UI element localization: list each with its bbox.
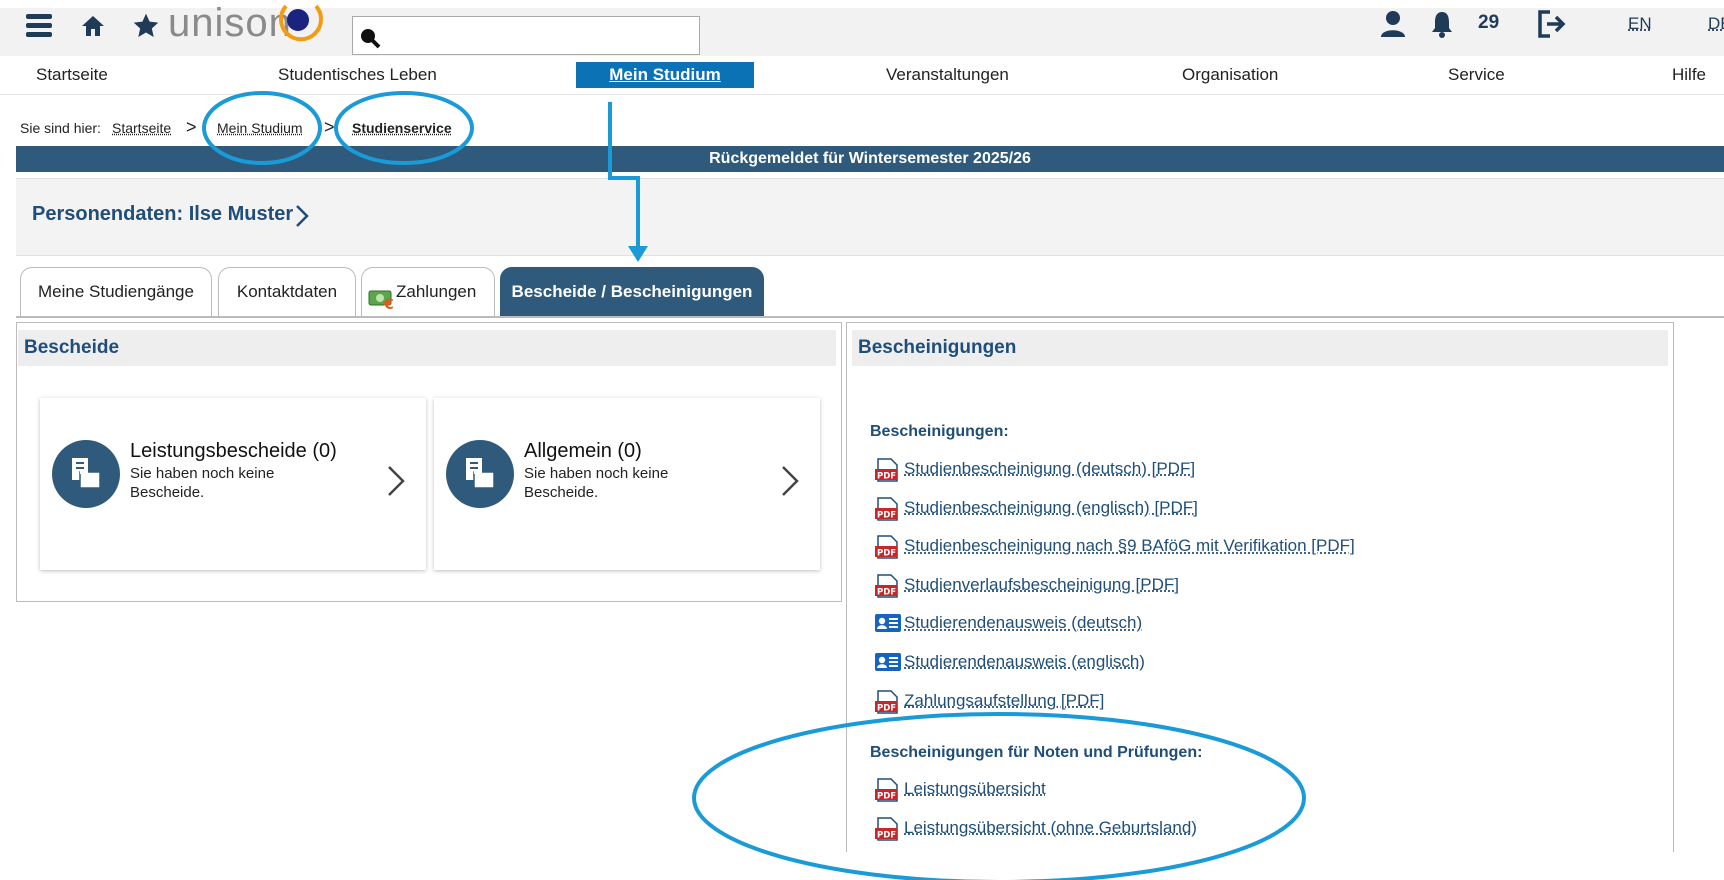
certificate-link[interactable]: Studienverlaufsbescheinigung [PDF] bbox=[904, 572, 1179, 598]
chevron-right-icon[interactable] bbox=[294, 203, 310, 229]
certificate-link[interactable]: Studierendenausweis (englisch) bbox=[904, 649, 1145, 675]
card-title: Leistungsbescheide (0) bbox=[130, 440, 337, 462]
breadcrumb: Sie sind hier: bbox=[20, 120, 101, 136]
logo-text: unison bbox=[168, 1, 292, 45]
language-en-link[interactable]: EN bbox=[1628, 14, 1652, 34]
search-field[interactable] bbox=[352, 16, 700, 55]
breadcrumb-separator-icon: > bbox=[324, 117, 335, 137]
nav-item-veranstaltungen[interactable]: Veranstaltungen bbox=[886, 62, 1009, 88]
section-label-bescheinigungen: Bescheinigungen: bbox=[870, 423, 1009, 440]
certificate-link[interactable]: Studienbescheinigung nach §9 BAföG mit V… bbox=[904, 533, 1355, 559]
breadcrumb-startseite-label[interactable]: Startseite bbox=[112, 120, 171, 136]
nav-item-organisation[interactable]: Organisation bbox=[1182, 62, 1278, 88]
unison-logo[interactable]: unison bbox=[168, 0, 292, 48]
documents-icon bbox=[52, 440, 120, 508]
tab-divider bbox=[16, 316, 1724, 318]
chevron-right-icon[interactable] bbox=[386, 464, 406, 503]
certificate-link[interactable]: Leistungsübersicht (ohne Geburtsland) bbox=[904, 815, 1197, 841]
svg-text:PDF: PDF bbox=[877, 472, 896, 482]
bescheinigungen-heading: Bescheinigungen bbox=[852, 330, 1668, 366]
svg-text:€: € bbox=[383, 297, 394, 310]
nav-item-mein-studium[interactable]: Mein Studium bbox=[576, 62, 754, 88]
favorites-star-icon[interactable] bbox=[132, 12, 160, 40]
card-title: Allgemein (0) bbox=[524, 440, 642, 462]
pdf-icon[interactable]: PDF bbox=[874, 496, 900, 521]
tab-label: Meine Studiengänge bbox=[38, 282, 194, 301]
breadcrumb-startseite[interactable]: Startseite bbox=[112, 120, 171, 136]
pdf-icon[interactable]: PDF bbox=[874, 535, 900, 559]
pdf-icon[interactable]: PDF bbox=[874, 574, 900, 598]
svg-text:PDF: PDF bbox=[877, 510, 896, 520]
tab-zahlungen[interactable]: € Zahlungen bbox=[361, 267, 495, 316]
menu-icon[interactable] bbox=[26, 12, 52, 40]
id-card-icon[interactable] bbox=[874, 651, 901, 675]
pdf-icon[interactable]: PDF bbox=[874, 458, 900, 482]
tab-meine-studiengaenge[interactable]: Meine Studiengänge bbox=[20, 267, 212, 316]
breadcrumb-current-label: Studienservice bbox=[352, 120, 452, 136]
home-icon[interactable] bbox=[80, 14, 106, 38]
tab-kontaktdaten[interactable]: Kontaktdaten bbox=[218, 267, 356, 316]
certificate-link[interactable]: Leistungsübersicht bbox=[904, 776, 1046, 802]
svg-text:PDF: PDF bbox=[877, 587, 896, 597]
section-label-noten-pruefungen: Bescheinigungen für Noten und Prüfungen: bbox=[870, 744, 1203, 761]
chevron-right-icon[interactable] bbox=[780, 464, 800, 503]
language-de-link[interactable]: DE bbox=[1708, 14, 1724, 34]
main-navigation: Startseite Studentisches Leben Mein Stud… bbox=[0, 56, 1724, 95]
top-bar: unison 29 EN DE bbox=[0, 1, 1724, 56]
logout-icon[interactable] bbox=[1536, 9, 1566, 39]
bescheide-heading: Bescheide bbox=[18, 330, 836, 366]
pdf-icon[interactable]: PDF bbox=[874, 778, 900, 802]
search-icon[interactable] bbox=[359, 27, 381, 49]
breadcrumb-separator-icon: > bbox=[186, 117, 197, 137]
card-allgemein[interactable]: Allgemein (0) Sie haben noch keine Besch… bbox=[434, 398, 820, 570]
card-text: Sie haben noch keine Bescheide. bbox=[524, 465, 669, 501]
pdf-icon[interactable]: PDF bbox=[874, 689, 900, 714]
nav-item-hilfe[interactable]: Hilfe bbox=[1672, 62, 1706, 88]
tab-label: Kontaktdaten bbox=[236, 282, 338, 301]
nav-item-studentisches-leben[interactable]: Studentisches Leben bbox=[278, 62, 437, 88]
breadcrumb-prefix: Sie sind hier: bbox=[20, 120, 101, 136]
certificate-link[interactable]: Studierendenausweis (deutsch) bbox=[904, 610, 1142, 636]
svg-text:PDF: PDF bbox=[877, 549, 896, 559]
certificate-link[interactable]: Studienbescheinigung (deutsch) [PDF] bbox=[904, 456, 1195, 482]
notification-count[interactable]: 29 bbox=[1478, 12, 1499, 34]
user-icon[interactable] bbox=[1380, 10, 1406, 38]
svg-text:PDF: PDF bbox=[877, 792, 896, 802]
person-header[interactable]: Personendaten: Ilse Muster bbox=[16, 178, 1724, 256]
card-leistungsbescheide[interactable]: Leistungsbescheide (0) Sie haben noch ke… bbox=[40, 398, 426, 570]
certificate-link[interactable]: Studienbescheinigung (englisch) [PDF] bbox=[904, 495, 1198, 521]
breadcrumb-mein-studium-label[interactable]: Mein Studium bbox=[217, 120, 303, 136]
id-card-icon[interactable] bbox=[874, 612, 901, 636]
bell-icon[interactable] bbox=[1430, 10, 1454, 38]
tab-bescheide-bescheinigungen[interactable]: Bescheide / Bescheinigungen bbox=[500, 267, 764, 316]
money-icon: € bbox=[368, 281, 396, 313]
card-text: Sie haben noch keine Bescheide. bbox=[130, 465, 275, 501]
svg-text:PDF: PDF bbox=[877, 830, 896, 840]
pdf-icon[interactable]: PDF bbox=[874, 816, 900, 841]
tab-label: Zahlungen bbox=[396, 282, 477, 301]
breadcrumb-mein-studium[interactable]: Mein Studium bbox=[217, 120, 303, 136]
person-title[interactable]: Personendaten: Ilse Muster bbox=[32, 203, 293, 226]
logo-mark-icon bbox=[276, 0, 326, 46]
nav-item-startseite[interactable]: Startseite bbox=[36, 62, 108, 88]
status-banner: Rückgemeldet für Wintersemester 2025/26 bbox=[16, 146, 1724, 172]
documents-icon bbox=[446, 440, 514, 508]
breadcrumb-current: Studienservice bbox=[352, 120, 452, 136]
nav-item-service[interactable]: Service bbox=[1448, 62, 1505, 88]
certificate-link[interactable]: Zahlungsaufstellung [PDF] bbox=[904, 688, 1104, 714]
svg-text:PDF: PDF bbox=[877, 703, 896, 713]
tab-label: Bescheide / Bescheinigungen bbox=[511, 282, 753, 301]
